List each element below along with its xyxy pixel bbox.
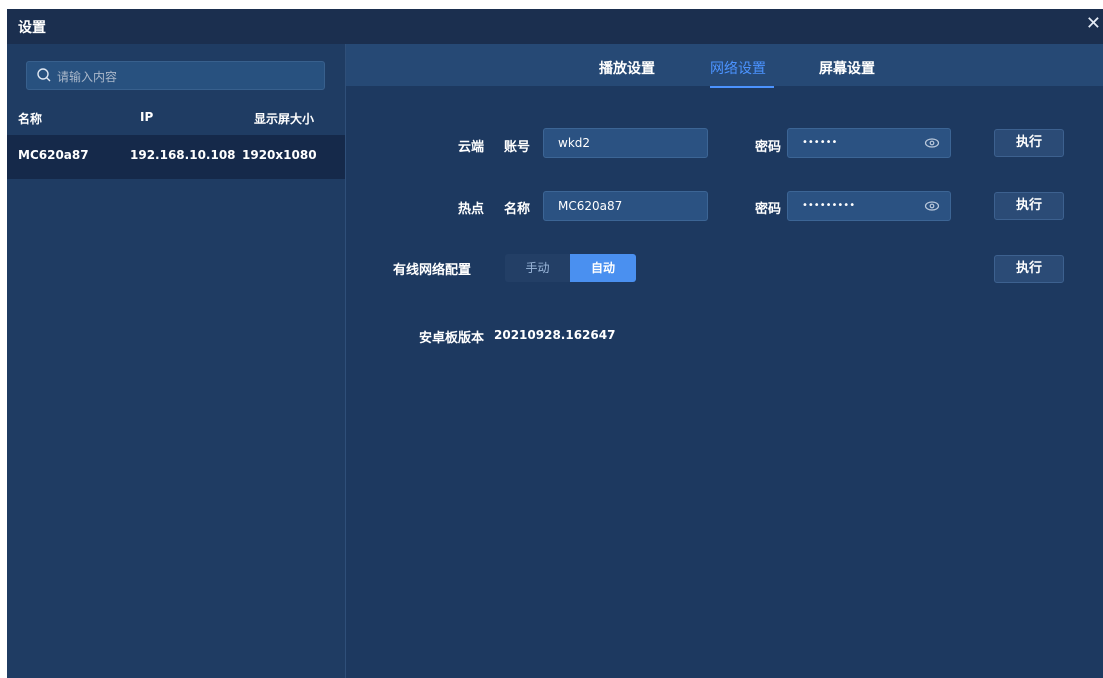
android-version-value: 20210928.162647 bbox=[494, 328, 616, 342]
wired-mode-toggle: 手动 自动 bbox=[505, 254, 636, 282]
cloud-password-label: 密码 bbox=[755, 140, 782, 155]
wired-manual-option[interactable]: 手动 bbox=[505, 254, 570, 282]
search-box[interactable] bbox=[26, 61, 325, 90]
hotspot-name-field[interactable]: MC620a87 bbox=[543, 191, 708, 221]
hotspot-name-value: MC620a87 bbox=[558, 199, 623, 213]
search-icon bbox=[37, 68, 51, 82]
wired-network-label: 有线网络配置 bbox=[393, 263, 472, 278]
cloud-account-field[interactable]: wkd2 bbox=[543, 128, 708, 158]
column-header-screen-size: 显示屏大小 bbox=[254, 112, 315, 126]
column-header-name: 名称 bbox=[18, 112, 43, 126]
device-list-panel: 名称 IP 显示屏大小 MC620a87 192.168.10.108 1920… bbox=[7, 44, 346, 678]
hotspot-execute-button[interactable]: 执行 bbox=[994, 192, 1064, 220]
title-bar: 设置 ✕ bbox=[7, 9, 1103, 44]
wired-auto-option[interactable]: 自动 bbox=[570, 254, 636, 282]
active-tab-indicator bbox=[710, 86, 774, 88]
hotspot-name-label: 名称 bbox=[504, 202, 531, 217]
cloud-account-label: 账号 bbox=[504, 140, 531, 155]
window-title: 设置 bbox=[18, 20, 46, 36]
eye-icon[interactable] bbox=[924, 136, 940, 150]
tab-screen-settings[interactable]: 屏幕设置 bbox=[819, 58, 875, 78]
wired-execute-button[interactable]: 执行 bbox=[994, 255, 1064, 283]
settings-window: 设置 ✕ 名称 IP 显示屏大小 MC620a87 192.168.10.108… bbox=[7, 9, 1103, 678]
search-input[interactable] bbox=[55, 66, 319, 88]
close-icon[interactable]: ✕ bbox=[1086, 14, 1101, 34]
device-ip: 192.168.10.108 bbox=[130, 148, 236, 162]
eye-icon[interactable] bbox=[924, 199, 940, 213]
tab-network-settings[interactable]: 网络设置 bbox=[710, 58, 766, 78]
tab-bar: 播放设置 网络设置 屏幕设置 bbox=[346, 44, 1103, 86]
hotspot-password-mask: ••••••••• bbox=[802, 200, 856, 211]
hotspot-password-label: 密码 bbox=[755, 202, 782, 217]
device-screen-size: 1920x1080 bbox=[242, 148, 317, 162]
cloud-execute-button[interactable]: 执行 bbox=[994, 129, 1064, 157]
cloud-password-field[interactable]: •••••• bbox=[787, 128, 951, 158]
android-version-label: 安卓板版本 bbox=[419, 331, 485, 346]
table-row[interactable]: MC620a87 192.168.10.108 1920x1080 bbox=[7, 135, 345, 179]
device-table-header: 名称 IP 显示屏大小 bbox=[7, 102, 345, 132]
cloud-password-mask: •••••• bbox=[802, 137, 838, 148]
tab-playback-settings[interactable]: 播放设置 bbox=[599, 58, 655, 78]
cloud-account-value: wkd2 bbox=[558, 136, 591, 150]
device-name: MC620a87 bbox=[18, 148, 89, 162]
column-header-ip: IP bbox=[140, 110, 154, 124]
hotspot-label: 热点 bbox=[458, 202, 485, 217]
cloud-label: 云端 bbox=[458, 140, 485, 155]
hotspot-password-field[interactable]: ••••••••• bbox=[787, 191, 951, 221]
settings-content: 播放设置 网络设置 屏幕设置 云端 账号 wkd2 密码 •••••• 执行 热… bbox=[346, 44, 1103, 678]
